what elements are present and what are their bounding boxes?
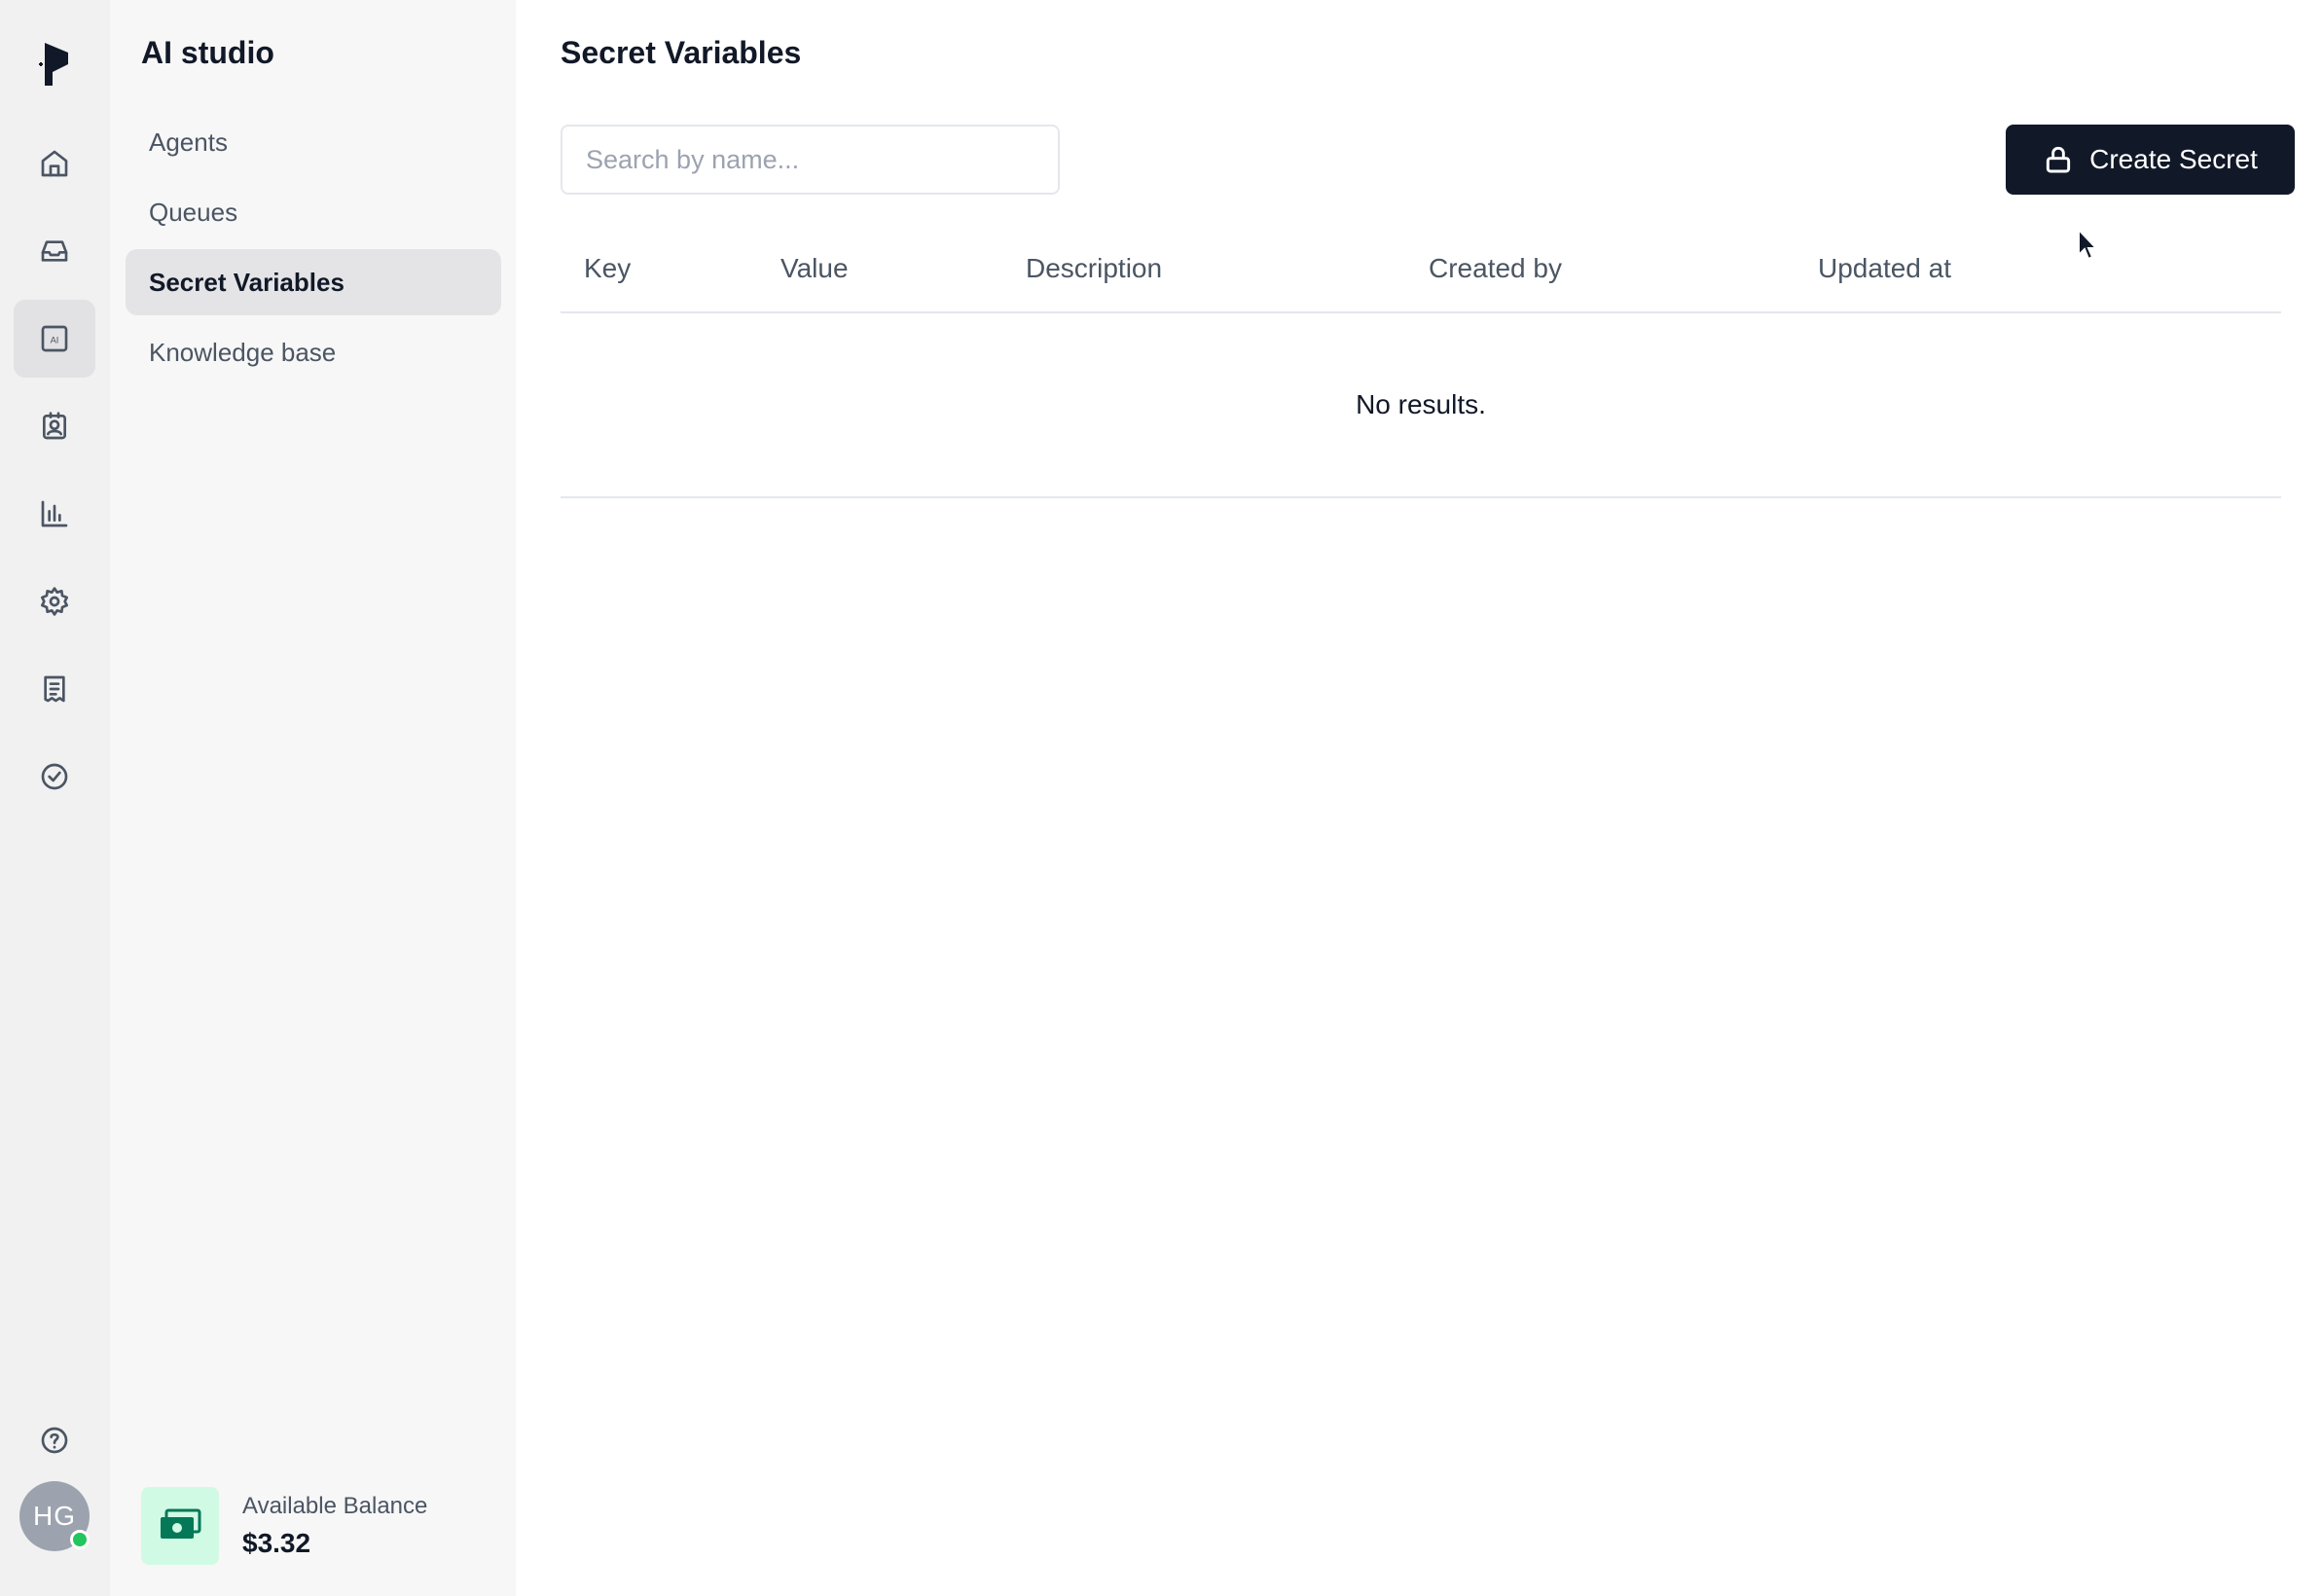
rail-billing-button[interactable]	[14, 650, 95, 728]
sidebar-item-agents[interactable]: Agents	[126, 109, 501, 175]
home-icon	[41, 150, 68, 177]
sidebar-title: AI studio	[141, 35, 274, 70]
logo-icon[interactable]	[35, 39, 76, 90]
balance-text: Available Balance $3.32	[242, 1493, 427, 1559]
empty-state: No results.	[561, 313, 2281, 498]
sidebar-item-knowledge-base[interactable]: Knowledge base	[126, 319, 501, 385]
money-icon	[161, 1508, 201, 1539]
balance-icon-box	[141, 1487, 219, 1565]
rail-inbox-button[interactable]	[14, 212, 95, 290]
sidebar-nav: Agents Queues Secret Variables Knowledge…	[126, 109, 501, 389]
lock-icon	[2046, 146, 2071, 173]
secrets-table: Key Value Description Created by Updated…	[561, 226, 2281, 498]
table-header: Key Value Description Created by Updated…	[561, 226, 2281, 313]
inbox-icon	[41, 240, 68, 262]
balance-label: Available Balance	[242, 1493, 428, 1519]
search-input[interactable]	[561, 125, 1060, 195]
app: AI HG AI studio Agents Queues Secret Var…	[0, 0, 2322, 1596]
column-header-created-by: Created by	[1429, 253, 1562, 283]
contacts-icon	[43, 412, 66, 440]
column-header-value: Value	[780, 253, 849, 283]
rail-analytics-button[interactable]	[14, 475, 95, 553]
rail-home-button[interactable]	[14, 125, 95, 202]
rail-contacts-button[interactable]	[14, 387, 95, 465]
avatar-initials: HG	[33, 1501, 76, 1531]
svg-text:AI: AI	[51, 336, 59, 345]
column-header-description: Description	[1026, 253, 1163, 283]
column-header-key: Key	[584, 253, 632, 283]
settings-icon	[41, 587, 68, 616]
rail-ai-studio-button[interactable]: AI	[14, 300, 95, 378]
online-status-dot	[70, 1530, 90, 1549]
create-secret-button[interactable]: Create Secret	[2006, 125, 2295, 195]
analytics-icon	[41, 500, 68, 527]
section-sidebar: AI studio Agents Queues Secret Variables…	[110, 0, 516, 1596]
rail-help-button[interactable]	[14, 1401, 95, 1479]
available-balance: Available Balance $3.32	[141, 1487, 427, 1565]
rail-settings-button[interactable]	[14, 562, 95, 640]
page-title: Secret Variables	[561, 35, 802, 70]
ai-icon: AI	[41, 325, 68, 352]
sidebar-item-queues[interactable]: Queues	[126, 179, 501, 245]
icon-rail: AI HG	[0, 0, 110, 1596]
user-avatar[interactable]: HG	[19, 1481, 90, 1551]
create-secret-label: Create Secret	[2089, 144, 2258, 174]
verified-icon	[41, 763, 68, 790]
rail-verified-button[interactable]	[14, 738, 95, 816]
help-icon	[41, 1427, 68, 1454]
column-header-updated-at: Updated at	[1818, 253, 1951, 283]
balance-amount: $3.32	[242, 1528, 311, 1558]
billing-icon	[44, 675, 65, 703]
main-content: Secret Variables Create Secret Key Value…	[516, 0, 2322, 1596]
sidebar-item-secret-variables[interactable]: Secret Variables	[126, 249, 501, 315]
